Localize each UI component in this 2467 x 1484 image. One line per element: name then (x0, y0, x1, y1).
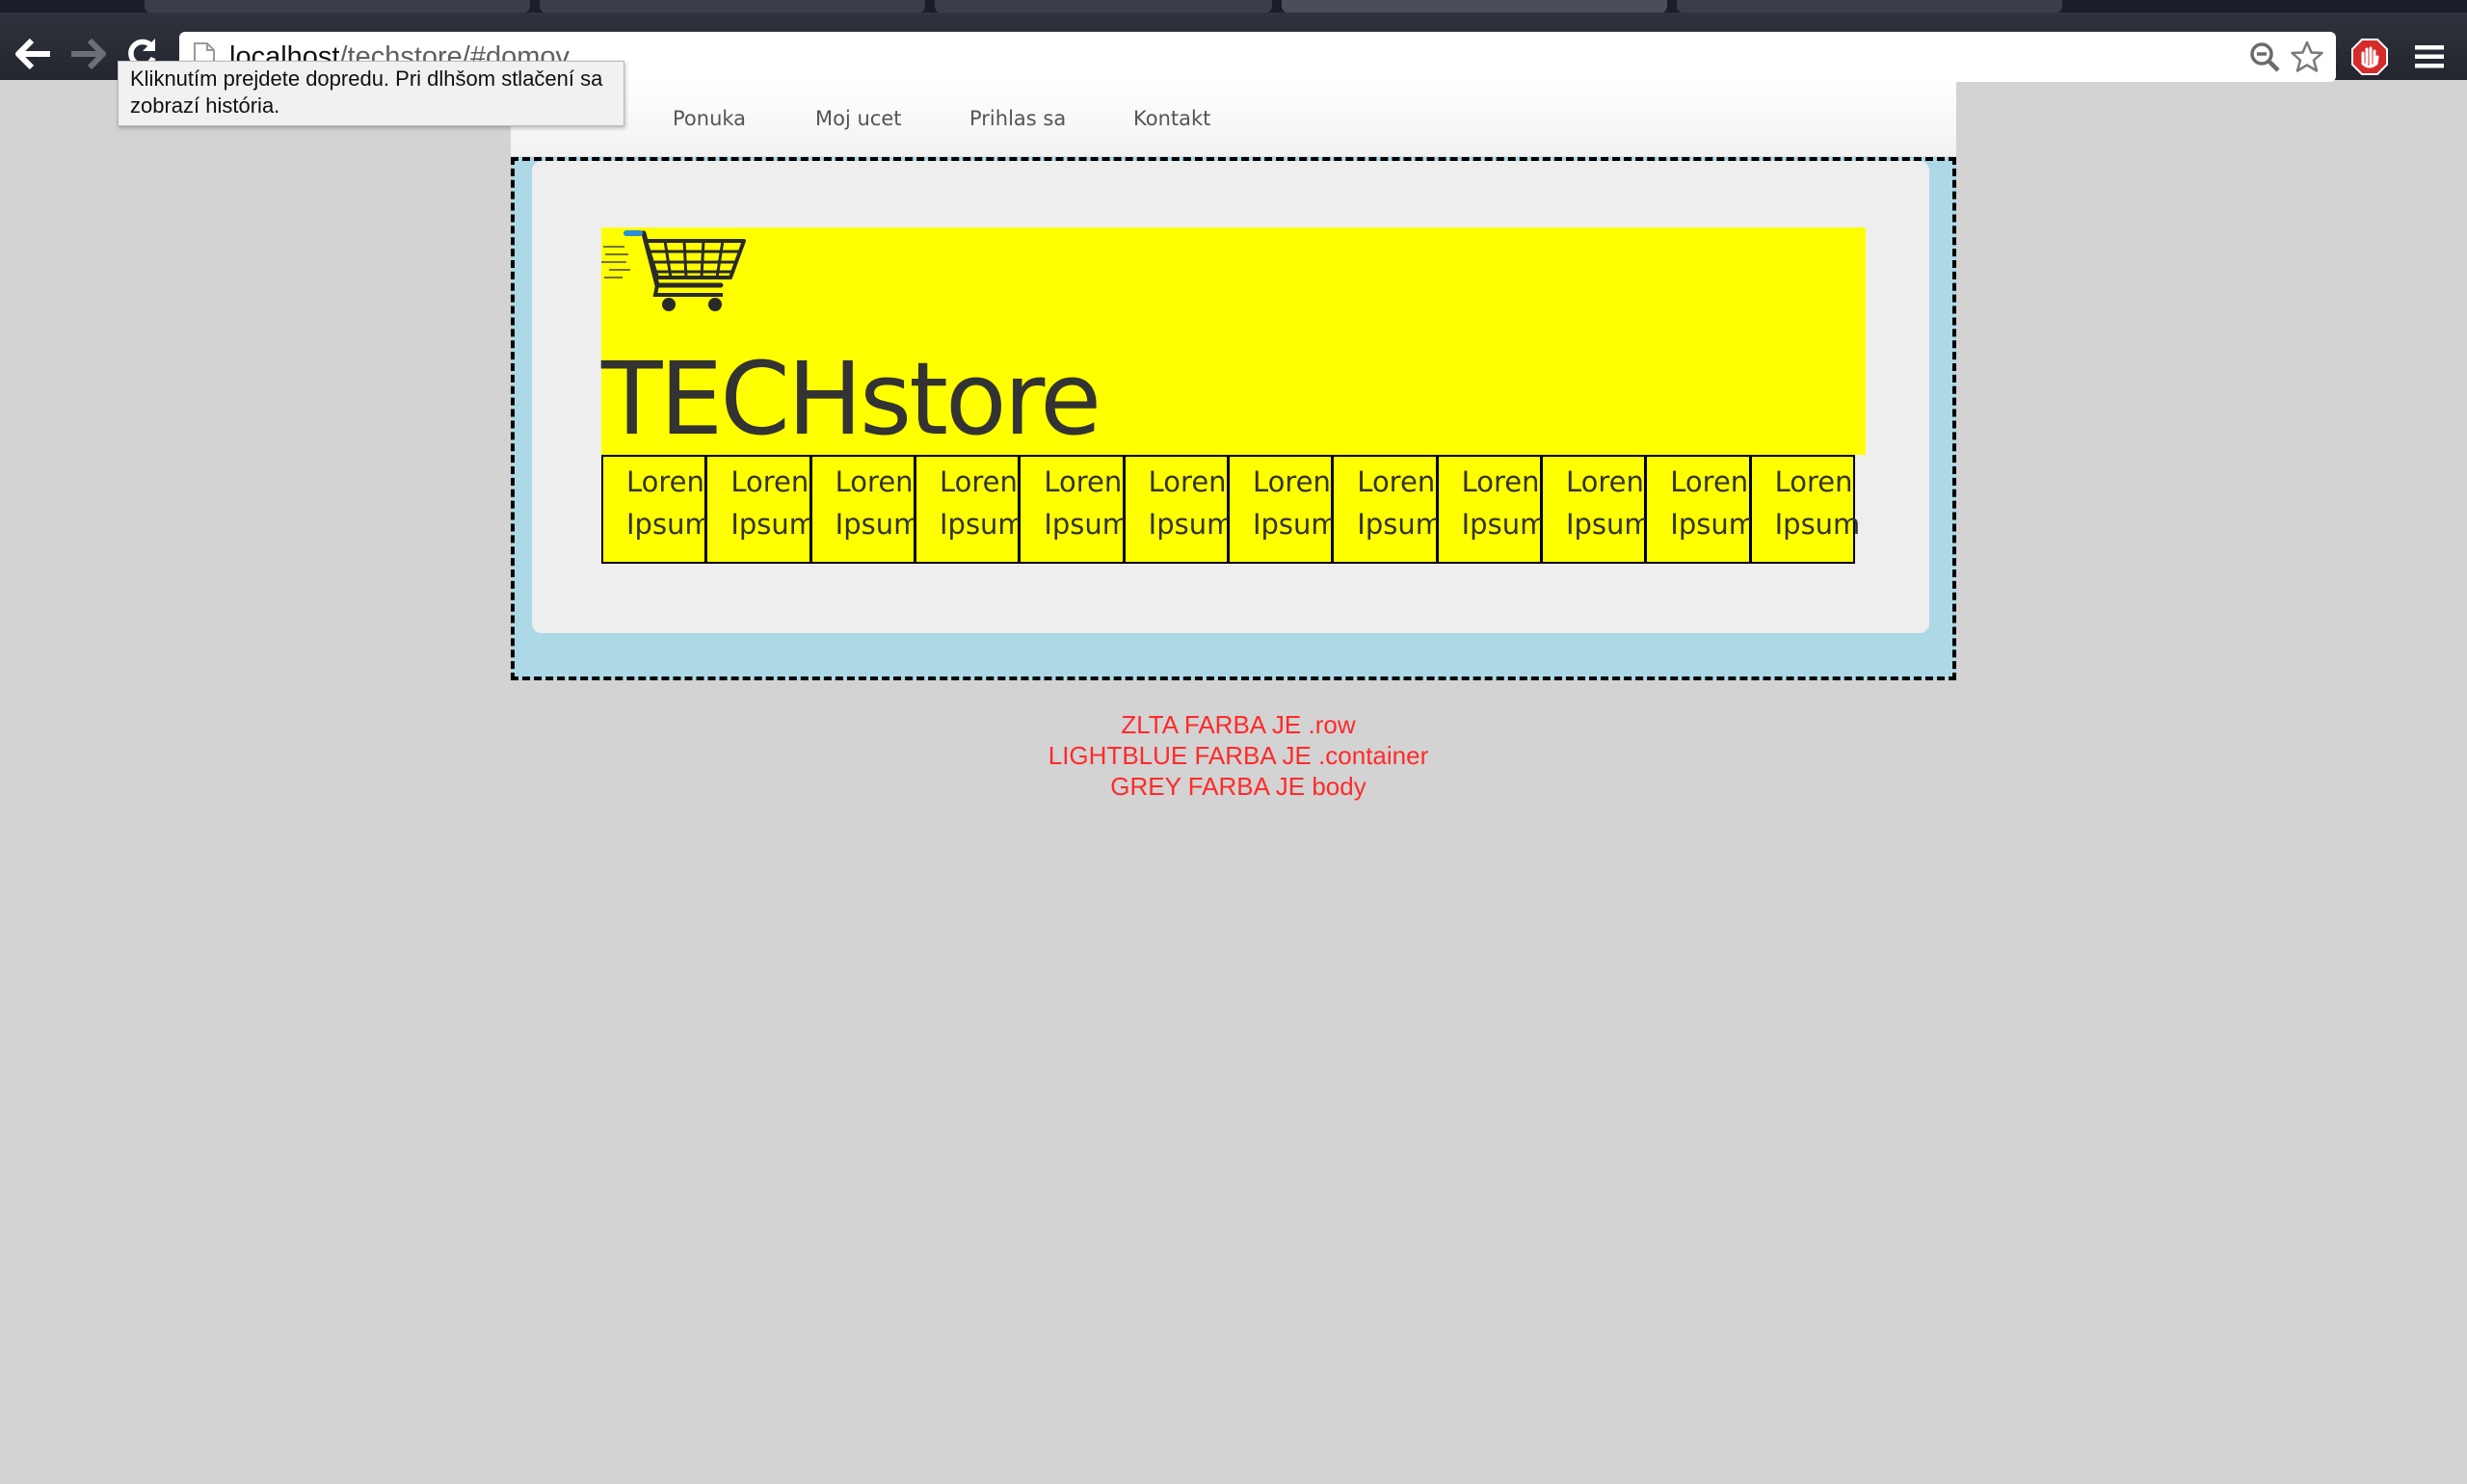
cell-line-2: Ipsum (1252, 508, 1339, 541)
lorem-cell: Loren Ipsum (914, 455, 1025, 564)
nav-link-kontakt[interactable]: Kontakt (1133, 99, 1210, 138)
lorem-cell: Loren Ipsum (1749, 455, 1861, 564)
site-brand-title: TECHstore (601, 340, 1101, 458)
back-arrow-icon (15, 38, 50, 70)
bookmark-star-icon[interactable] (2290, 40, 2324, 74)
nav-link-prihlas-sa[interactable]: Prihlas sa (969, 99, 1066, 138)
cell-line-2: Ipsum (1044, 508, 1130, 541)
cell-line-1: Loren (1461, 465, 1540, 498)
legend-line-row: ZLTA FARBA JE .row (1121, 710, 1356, 739)
cell-line-2: Ipsum (1148, 508, 1234, 541)
site-navbar: Ponuka Moj ucet Prihlas sa Kontakt (511, 80, 1956, 157)
lorem-cell: Loren Ipsum (809, 455, 921, 564)
cell-line-2: Ipsum (939, 508, 1025, 541)
forward-arrow-icon (71, 38, 106, 70)
cell-line-1: Loren (626, 465, 704, 498)
cell-line-1: Loren (1670, 465, 1749, 498)
cell-line-1: Loren (730, 465, 809, 498)
back-button[interactable] (10, 30, 58, 78)
nav-link-ponuka[interactable]: Ponuka (673, 99, 746, 138)
zoom-out-icon[interactable] (2249, 41, 2280, 72)
cell-line-2: Ipsum (1461, 508, 1548, 541)
cell-line-2: Ipsum (730, 508, 817, 541)
lorem-cell: Loren Ipsum (601, 455, 712, 564)
browser-tab[interactable] (935, 0, 1272, 13)
lorem-cells-row: Loren Ipsum Loren Ipsum Loren Ipsum Loren Ip… (601, 455, 1866, 564)
header-row: TECHstore (601, 227, 1866, 458)
cell-line-2: Ipsum (626, 508, 712, 541)
cell-line-1: Loren (835, 465, 914, 498)
lorem-cell: Loren Ipsum (1123, 455, 1234, 564)
lorem-cell: Loren Ipsum (1332, 455, 1443, 564)
browser-tab[interactable] (1677, 0, 2062, 13)
cell-line-1: Loren (1565, 465, 1644, 498)
cell-line-1: Loren (1774, 465, 1853, 498)
cell-line-1: Loren (1357, 465, 1436, 498)
cell-line-2: Ipsum (1670, 508, 1756, 541)
lorem-cell: Loren Ipsum (1436, 455, 1548, 564)
cell-line-1: Loren (1044, 465, 1123, 498)
forward-button[interactable] (64, 30, 112, 78)
browser-tab[interactable] (540, 0, 925, 13)
adblock-extension-icon[interactable] (2351, 39, 2388, 75)
browser-tab[interactable] (145, 0, 530, 13)
shopping-cart-icon (601, 230, 746, 311)
nav-link-moj-ucet[interactable]: Moj ucet (815, 99, 902, 138)
lorem-cell: Loren Ipsum (705, 455, 817, 564)
lorem-cell: Loren Ipsum (1540, 455, 1652, 564)
cell-line-1: Loren (939, 465, 1018, 498)
cell-line-2: Ipsum (835, 508, 921, 541)
lorem-cell: Loren Ipsum (1019, 455, 1130, 564)
cell-line-2: Ipsum (1357, 508, 1443, 541)
cell-line-2: Ipsum (1565, 508, 1652, 541)
color-legend: ZLTA FARBA JE .row LIGHTBLUE FARBA JE .c… (0, 709, 2467, 802)
menu-icon[interactable] (2413, 42, 2446, 71)
browser-tab-active[interactable] (1282, 0, 1667, 13)
cell-line-2: Ipsum (1774, 508, 1861, 541)
legend-line-body: GREY FARBA JE body (1110, 772, 1366, 801)
legend-line-container: LIGHTBLUE FARBA JE .container (1048, 741, 1429, 770)
cell-line-1: Loren (1148, 465, 1227, 498)
lorem-cell: Loren Ipsum (1227, 455, 1339, 564)
forward-button-tooltip: Kliknutím prejdete dopredu. Pri dlhšom s… (118, 61, 624, 126)
lorem-cell: Loren Ipsum (1645, 455, 1756, 564)
cell-line-1: Loren (1252, 465, 1331, 498)
